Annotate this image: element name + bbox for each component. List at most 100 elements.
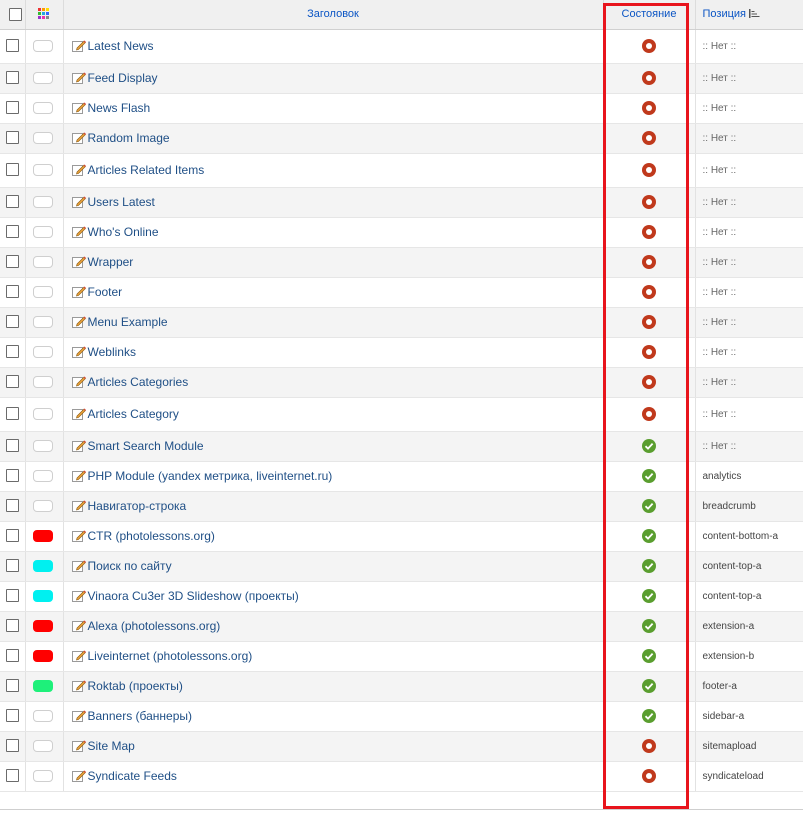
module-title-link[interactable]: CTR (photolessons.org) bbox=[88, 529, 215, 543]
module-title-link[interactable]: Menu Example bbox=[88, 315, 168, 329]
module-title-link[interactable]: Who's Online bbox=[88, 225, 159, 239]
row-checkbox[interactable] bbox=[6, 39, 19, 53]
edit-icon[interactable] bbox=[71, 679, 86, 692]
edit-icon[interactable] bbox=[71, 345, 86, 358]
row-checkbox[interactable] bbox=[6, 71, 19, 85]
row-checkbox[interactable] bbox=[6, 769, 19, 783]
edit-icon[interactable] bbox=[71, 101, 86, 114]
edit-icon[interactable] bbox=[71, 739, 86, 752]
row-checkbox[interactable] bbox=[6, 315, 19, 329]
published-check-icon[interactable] bbox=[642, 588, 656, 603]
edit-icon[interactable] bbox=[71, 407, 86, 420]
title-column-header[interactable]: Заголовок bbox=[62, 0, 603, 30]
status-column-header[interactable]: Состояние bbox=[602, 0, 695, 30]
row-checkbox[interactable] bbox=[6, 469, 19, 483]
edit-icon[interactable] bbox=[71, 439, 86, 452]
position-column-header[interactable]: Позиция bbox=[694, 0, 803, 30]
edit-icon[interactable] bbox=[71, 589, 86, 602]
module-title-link[interactable]: Liveinternet (photolessons.org) bbox=[88, 649, 253, 663]
edit-icon[interactable] bbox=[71, 315, 86, 328]
unpublished-circle-icon[interactable] bbox=[642, 100, 656, 115]
row-checkbox[interactable] bbox=[6, 709, 19, 723]
unpublished-circle-icon[interactable] bbox=[642, 768, 656, 783]
unpublished-circle-icon[interactable] bbox=[642, 70, 656, 85]
row-checkbox[interactable] bbox=[6, 195, 19, 209]
unpublished-circle-icon[interactable] bbox=[642, 314, 656, 329]
module-title-link[interactable]: Random Image bbox=[88, 131, 170, 145]
module-title-link[interactable]: Wrapper bbox=[88, 255, 134, 269]
module-title-link[interactable]: Footer bbox=[88, 285, 123, 299]
grid-color-icon[interactable] bbox=[38, 8, 50, 20]
module-title-link[interactable]: Articles Categories bbox=[88, 375, 189, 389]
row-checkbox[interactable] bbox=[6, 739, 19, 753]
edit-icon[interactable] bbox=[71, 255, 86, 268]
module-title-link[interactable]: Articles Related Items bbox=[88, 163, 205, 177]
module-title-link[interactable]: Feed Display bbox=[88, 71, 158, 85]
module-title-link[interactable]: Syndicate Feeds bbox=[88, 769, 177, 783]
row-checkbox[interactable] bbox=[6, 101, 19, 115]
module-title-link[interactable]: Smart Search Module bbox=[88, 439, 204, 453]
unpublished-circle-icon[interactable] bbox=[642, 374, 656, 389]
unpublished-circle-icon[interactable] bbox=[642, 38, 656, 53]
row-checkbox[interactable] bbox=[6, 649, 19, 663]
module-title-link[interactable]: Поиск по сайту bbox=[88, 559, 172, 573]
unpublished-circle-icon[interactable] bbox=[642, 130, 656, 145]
unpublished-circle-icon[interactable] bbox=[642, 406, 656, 421]
row-checkbox[interactable] bbox=[6, 131, 19, 145]
module-title-link[interactable]: PHP Module (yandex метрика, liveinternet… bbox=[88, 469, 333, 483]
edit-icon[interactable] bbox=[71, 225, 86, 238]
edit-icon[interactable] bbox=[71, 769, 86, 782]
edit-icon[interactable] bbox=[71, 619, 86, 632]
position-header-label[interactable]: Позиция bbox=[703, 8, 747, 20]
module-title-link[interactable]: Alexa (photolessons.org) bbox=[88, 619, 221, 633]
published-check-icon[interactable] bbox=[642, 618, 656, 633]
row-checkbox[interactable] bbox=[6, 407, 19, 421]
edit-icon[interactable] bbox=[71, 529, 86, 542]
edit-icon[interactable] bbox=[71, 71, 86, 84]
row-checkbox[interactable] bbox=[6, 619, 19, 633]
row-checkbox[interactable] bbox=[6, 559, 19, 573]
edit-icon[interactable] bbox=[71, 375, 86, 388]
edit-icon[interactable] bbox=[71, 499, 86, 512]
select-all-checkbox[interactable] bbox=[8, 7, 22, 21]
edit-icon[interactable] bbox=[71, 131, 86, 144]
published-check-icon[interactable] bbox=[642, 438, 656, 453]
unpublished-circle-icon[interactable] bbox=[642, 738, 656, 753]
published-check-icon[interactable] bbox=[642, 558, 656, 573]
row-checkbox[interactable] bbox=[6, 439, 19, 453]
module-title-link[interactable]: Banners (баннеры) bbox=[88, 709, 193, 723]
published-check-icon[interactable] bbox=[642, 648, 656, 663]
edit-icon[interactable] bbox=[71, 559, 86, 572]
module-title-link[interactable]: Roktab (проекты) bbox=[88, 679, 183, 693]
row-checkbox[interactable] bbox=[6, 345, 19, 359]
published-check-icon[interactable] bbox=[642, 498, 656, 513]
edit-icon[interactable] bbox=[71, 163, 86, 176]
edit-icon[interactable] bbox=[71, 649, 86, 662]
edit-icon[interactable] bbox=[71, 39, 86, 52]
published-check-icon[interactable] bbox=[642, 528, 656, 543]
unpublished-circle-icon[interactable] bbox=[642, 344, 656, 359]
unpublished-circle-icon[interactable] bbox=[642, 162, 656, 177]
row-checkbox[interactable] bbox=[6, 529, 19, 543]
module-title-link[interactable]: Articles Category bbox=[88, 407, 179, 421]
module-title-link[interactable]: Latest News bbox=[88, 39, 154, 53]
edit-icon[interactable] bbox=[71, 469, 86, 482]
module-title-link[interactable]: Vinaora Cu3er 3D Slideshow (проекты) bbox=[88, 589, 299, 603]
row-checkbox[interactable] bbox=[6, 375, 19, 389]
edit-icon[interactable] bbox=[71, 195, 86, 208]
edit-icon[interactable] bbox=[71, 285, 86, 298]
row-checkbox[interactable] bbox=[6, 679, 19, 693]
published-check-icon[interactable] bbox=[642, 708, 656, 723]
unpublished-circle-icon[interactable] bbox=[642, 224, 656, 239]
module-title-link[interactable]: Users Latest bbox=[88, 195, 155, 209]
row-checkbox[interactable] bbox=[6, 589, 19, 603]
published-check-icon[interactable] bbox=[642, 468, 656, 483]
row-checkbox[interactable] bbox=[6, 499, 19, 513]
module-title-link[interactable]: Site Map bbox=[88, 739, 135, 753]
unpublished-circle-icon[interactable] bbox=[642, 254, 656, 269]
edit-icon[interactable] bbox=[71, 709, 86, 722]
row-checkbox[interactable] bbox=[6, 285, 19, 299]
row-checkbox[interactable] bbox=[6, 255, 19, 269]
module-title-link[interactable]: Навигатор-строка bbox=[88, 499, 187, 513]
sort-icon[interactable] bbox=[749, 9, 761, 19]
